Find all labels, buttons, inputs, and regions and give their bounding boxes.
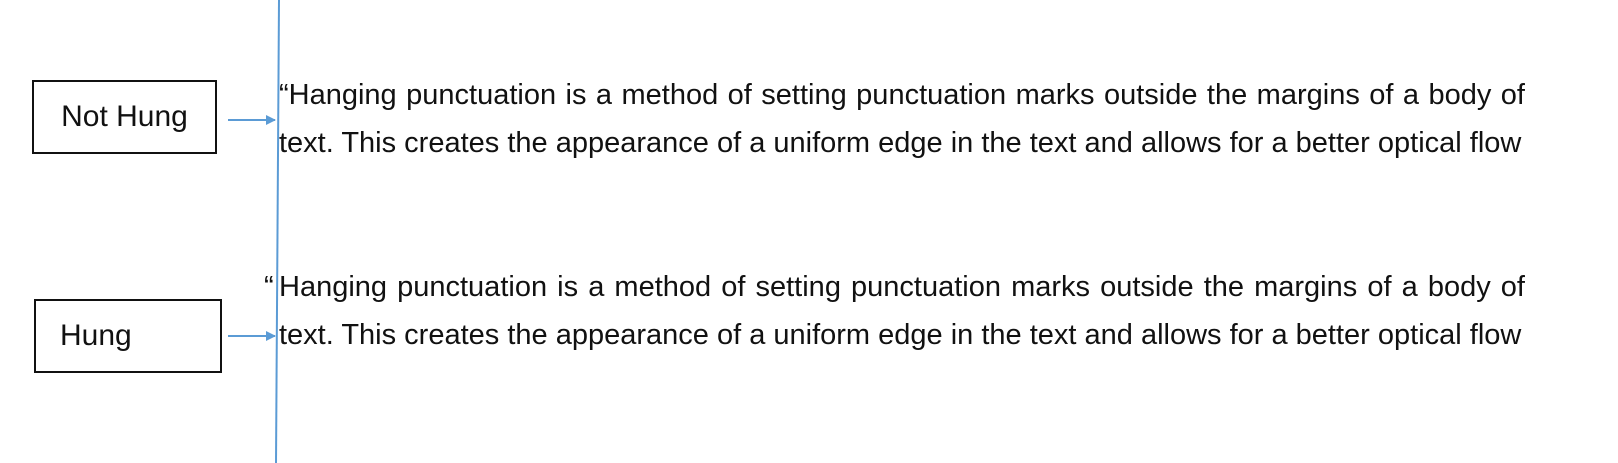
- diagram-overlay: [228, 0, 280, 463]
- hung-opening-quote: “: [264, 271, 274, 303]
- not-hung-paragraph: “Hanging punctuation is a method of sett…: [279, 71, 1525, 167]
- not-hung-paragraph-text: “Hanging punctuation is a method of sett…: [279, 79, 1525, 159]
- hung-paragraph-text: Hanging punctuation is a method of setti…: [279, 271, 1525, 351]
- hung-paragraph: “ Hanging punctuation is a method of set…: [264, 263, 1525, 359]
- margin-guide-line: [275, 0, 280, 463]
